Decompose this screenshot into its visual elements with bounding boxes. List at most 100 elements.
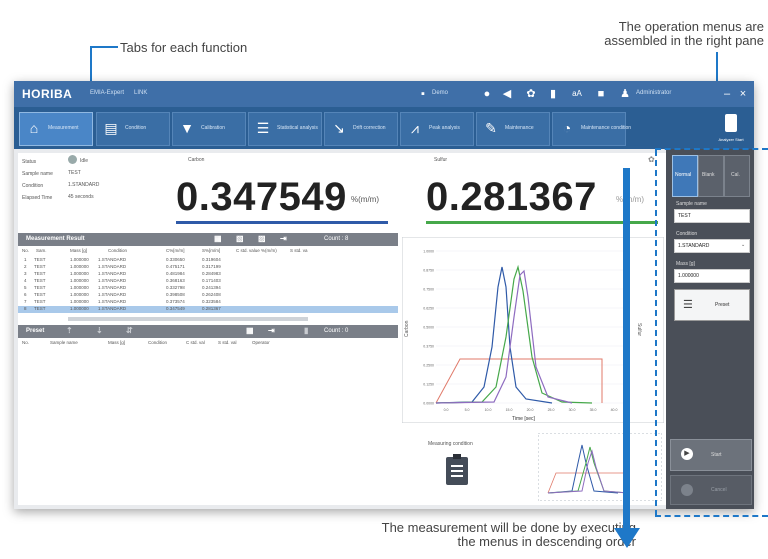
preset-delete-icon[interactable]: ▮ (304, 326, 308, 335)
tab-statistical-analysis[interactable]: ☰ Statistical analysis (248, 112, 322, 146)
y-tick-label: 0.1250 (423, 383, 434, 387)
preset-export-icon[interactable]: ⇥ (268, 326, 275, 335)
cell: 0.481984 (166, 271, 185, 276)
y-tick-label: 1.0000 (423, 250, 434, 254)
table-row[interactable]: 7 TEST 1.000000 1.STANDARD 0.373574 0.323584 (18, 299, 398, 306)
cancel-button-label: Cancel (711, 487, 727, 493)
tab-calibration[interactable]: ▼ Calibration (172, 112, 246, 146)
cell: TEST (34, 292, 46, 297)
tab-peak-analysis[interactable]: ⩘ Peak analysis (400, 112, 474, 146)
tab-maintenance-condition[interactable]: ◔ Maintenance condition (552, 112, 631, 146)
font-size-icon[interactable]: aA (570, 87, 584, 101)
table-row[interactable]: 2 TEST 1.000000 1.STANDARD 0.475171 0.317199 (18, 264, 398, 271)
title-bar: HORIBA EMIA-Expert LINK ▪ Demo ● ◀ ✿ ▮ a… (14, 81, 754, 107)
sound-icon[interactable]: ◀ (500, 87, 514, 101)
move-down-icon[interactable]: ⇣ (96, 326, 103, 335)
peak-icon: ⩘ (411, 120, 419, 136)
condition-label: Condition (22, 183, 44, 189)
horizontal-scrollbar[interactable] (68, 317, 308, 321)
titlebar-item-2[interactable]: LINK (134, 90, 147, 96)
right-sample-label: Sample name (676, 201, 707, 207)
tab-normal[interactable]: Normal (672, 155, 698, 197)
order-annotation: The measurement will be done by executin… (150, 521, 636, 549)
cell: 8 (24, 306, 27, 311)
tab-cal[interactable]: Cal. (724, 155, 750, 197)
record-icon[interactable]: ● (480, 87, 494, 101)
settings-icon[interactable]: ✿ (648, 155, 655, 164)
cell: 7 (24, 299, 27, 304)
right-sample-input[interactable]: TEST (674, 209, 750, 223)
tab-label: Condition (125, 125, 147, 131)
cell: 5 (24, 285, 27, 290)
right-condition-select[interactable]: 1.STANDARD ⌄ (674, 239, 750, 253)
measurement-result-title: Measurement Result (26, 236, 85, 242)
column-header: Sam. (36, 248, 47, 253)
brand-logo: HORIBA (22, 87, 73, 101)
table-row[interactable]: 1 TEST 1.000000 1.STANDARD 0.330650 0.319604 (18, 257, 398, 264)
table-row[interactable]: 4 TEST 1.000000 1.STANDARD 0.368163 0.171403 (18, 278, 398, 285)
cancel-button[interactable]: Cancel (670, 475, 752, 505)
tab-label: Statistical analysis (277, 125, 318, 131)
cell: 0.330650 (166, 257, 185, 262)
user-icon[interactable]: ▪ (416, 87, 430, 101)
order-annotation-line1: The measurement will be done by executin… (381, 520, 636, 535)
sample-label: Sample name (22, 171, 53, 177)
tab-condition[interactable]: ▤ Condition (96, 112, 170, 146)
table-tool-icon-2[interactable]: ▧ (236, 234, 244, 243)
analyzer-start-button[interactable]: Analyzer Start (714, 111, 748, 145)
mini-graph-thumbnail[interactable] (538, 433, 662, 501)
highlight-box-bottom (655, 515, 768, 517)
tab-blank[interactable]: Blank (698, 155, 724, 197)
column-header: C%[m/m] (166, 248, 185, 253)
tab-label: Peak analysis (429, 125, 460, 131)
status-icon (68, 155, 77, 164)
minimize-icon[interactable]: – (720, 87, 734, 101)
y-tick-label: 0.3750 (423, 345, 434, 349)
tab-measurement[interactable]: ⌂ Measurement (19, 112, 93, 146)
start-button[interactable]: ▶ Start (670, 439, 752, 471)
analyzer-icon (725, 114, 737, 132)
trash-icon[interactable]: ▮ (546, 87, 560, 101)
sort-icon[interactable]: ⇵ (126, 326, 133, 335)
measuring-condition-thumbnail[interactable]: Measuring condition (406, 433, 506, 501)
clipboard-icon (446, 454, 468, 485)
tabs-annotation: Tabs for each function (120, 40, 248, 55)
column-header: S std. val (218, 340, 237, 345)
table-row[interactable]: 6 TEST 1.000000 1.STANDARD 0.398508 0.262408 (18, 292, 398, 299)
right-mass-input[interactable]: 1.000000 (674, 269, 750, 283)
account-icon[interactable]: ♟ (618, 87, 632, 101)
titlebar-item-1[interactable]: EMIA-Expert (90, 90, 124, 96)
cell: 1.STANDARD (98, 292, 127, 297)
status-value: Idle (80, 158, 89, 164)
y-tick-label: 0.8750 (423, 269, 434, 273)
preset-button[interactable]: ☰ Preset (674, 289, 750, 321)
table-row[interactable]: 3 TEST 1.000000 1.STANDARD 0.481984 0.284983 (18, 271, 398, 278)
preset-header: Preset ⇡ ⇣ ⇵ ▦ ⇥ ▮ Count : 0 (18, 325, 398, 338)
cell: 0.262408 (202, 292, 221, 297)
preset-tool-icon[interactable]: ▦ (246, 326, 254, 335)
sulfur-value: 0.281367 (426, 175, 597, 219)
cell: 1.STANDARD (98, 299, 127, 304)
carbon-underline (176, 221, 388, 224)
export-icon[interactable]: ⇥ (280, 234, 287, 243)
table-tool-icon-1[interactable]: ▦ (214, 234, 222, 243)
x-tick-label: 10.0 (485, 408, 492, 412)
highlight-box-top (655, 148, 768, 150)
carbon-unit: %(m/m) (351, 195, 379, 204)
column-header: Condition (148, 340, 168, 345)
cell: TEST (34, 306, 46, 311)
preset-title: Preset (26, 328, 45, 334)
measurement-count: Count : 8 (324, 236, 349, 242)
screen-icon[interactable]: ■ (594, 87, 608, 101)
gear-icon[interactable]: ✿ (524, 87, 538, 101)
cell: 0.475171 (166, 264, 185, 269)
tab-drift-correction[interactable]: ↘ Drift correction (324, 112, 398, 146)
cell: 1.STANDARD (98, 271, 127, 276)
move-up-icon[interactable]: ⇡ (66, 326, 73, 335)
preset-table-columns: No. Sample name Mass [g] Condition C std… (18, 340, 398, 349)
tab-maintenance[interactable]: ✎ Maintenance (476, 112, 550, 146)
table-row-selected[interactable]: 8 TEST 1.000000 1.STANDARD 0.347549 0.281367 (18, 306, 398, 313)
table-tool-icon-3[interactable]: ▨ (258, 234, 266, 243)
close-icon[interactable]: × (736, 87, 750, 101)
table-row[interactable]: 5 TEST 1.000000 1.STANDARD 0.332798 0.241394 (18, 285, 398, 292)
